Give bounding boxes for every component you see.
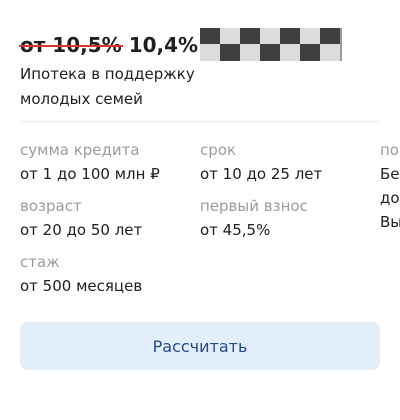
cut-off-line-2: до — [380, 189, 400, 207]
experience-value: от 500 месяцев — [20, 277, 143, 295]
down-payment-label: первый взнос — [200, 197, 308, 215]
term-value: от 10 до 25 лет — [200, 165, 323, 183]
rate-row: от 10,5% 10,4% — [19, 30, 199, 60]
calculate-button-label: Рассчитать — [152, 336, 248, 356]
cut-off-label: по — [380, 141, 399, 159]
age-label: возраст — [20, 197, 82, 215]
sum-value: от 1 до 100 млн ₽ — [20, 165, 160, 183]
experience-label: стаж — [20, 253, 60, 271]
cut-off-line-1: Бе — [380, 165, 400, 183]
cut-off-line-3: Вы — [380, 213, 400, 231]
bank-logo-checker-icon — [200, 28, 342, 61]
sum-label: сумма кредита — [20, 141, 140, 159]
divider — [20, 121, 380, 122]
age-value: от 20 до 50 лет — [20, 221, 143, 239]
down-payment-value: от 45,5% — [200, 221, 271, 239]
offer-title: Ипотека в поддержку молодых семей — [20, 65, 195, 108]
new-rate: 10,4% — [128, 33, 199, 57]
calculate-button[interactable]: Рассчитать — [20, 322, 380, 370]
old-rate: от 10,5% — [19, 33, 123, 57]
strikethrough-line — [19, 45, 123, 48]
term-label: срок — [200, 141, 237, 159]
